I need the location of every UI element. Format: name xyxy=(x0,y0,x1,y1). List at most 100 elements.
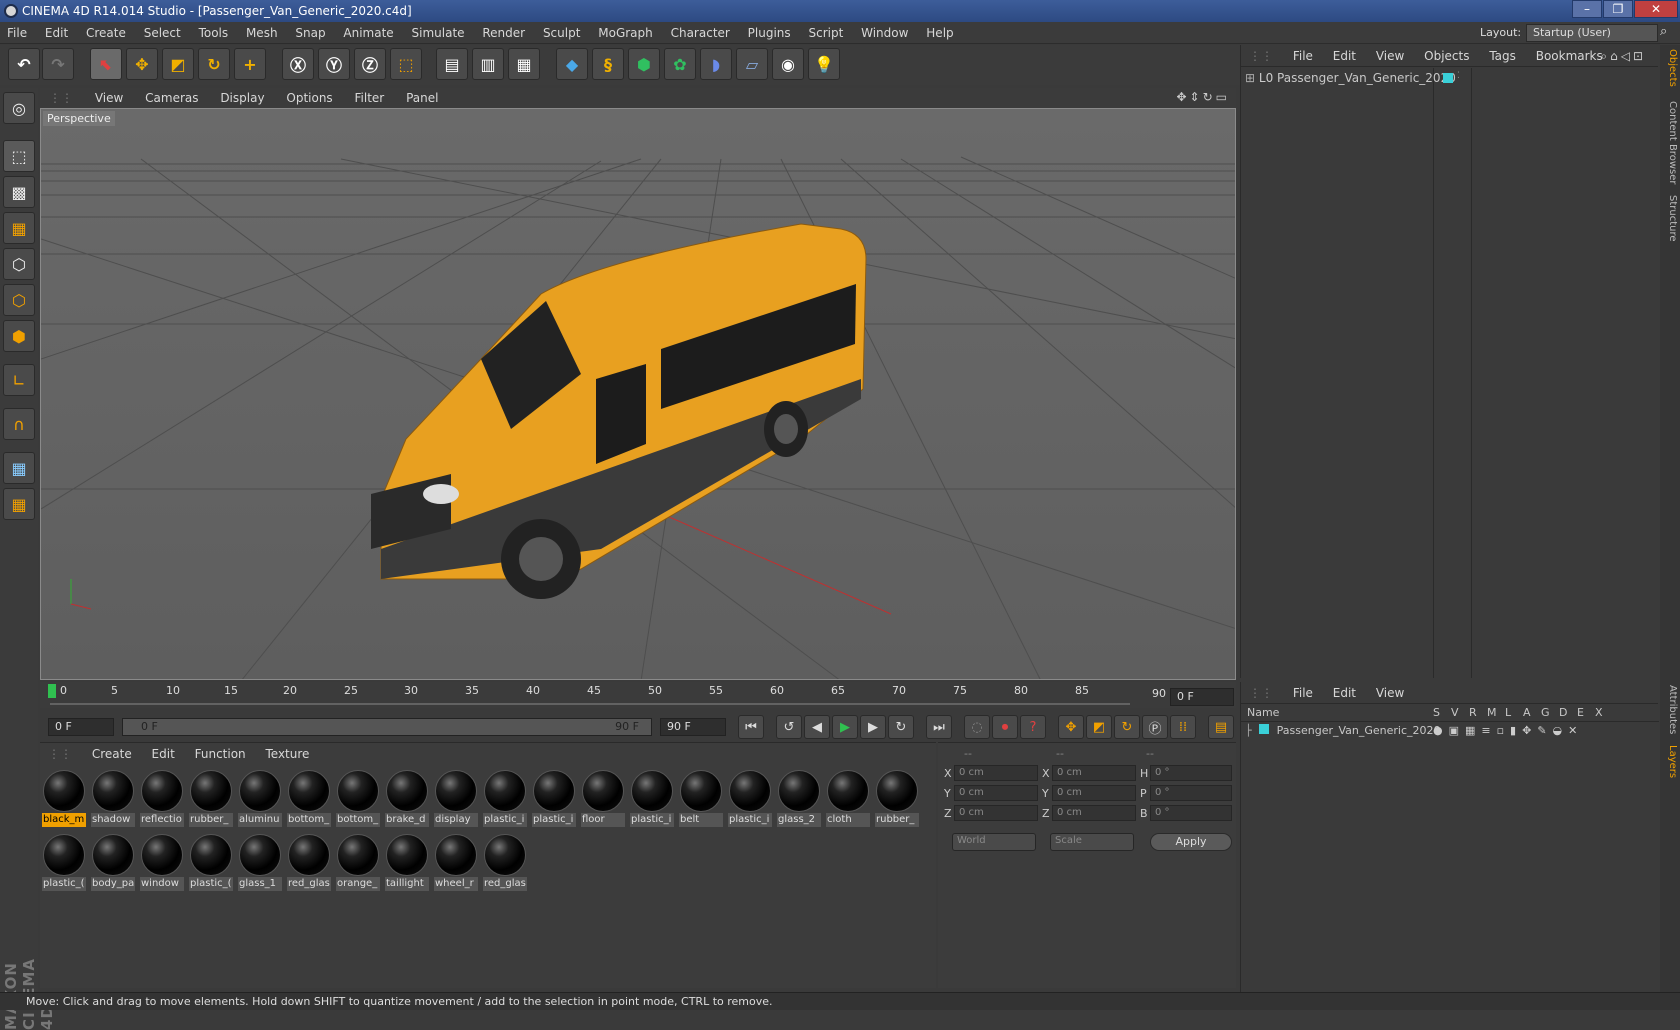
tab-attributes[interactable]: Attributes xyxy=(1662,685,1678,734)
layer-col-g[interactable]: G xyxy=(1541,706,1550,719)
viewport-menu-display[interactable]: Display xyxy=(211,88,273,108)
menu-sculpt[interactable]: Sculpt xyxy=(536,22,587,44)
material-swatch[interactable]: shadow xyxy=(91,769,135,827)
object-name[interactable]: Passenger_Van_Generic_2020 xyxy=(1277,71,1456,85)
material-swatch[interactable]: window xyxy=(140,833,184,891)
size-mode-select[interactable]: Scale xyxy=(1050,833,1134,851)
object-menu-file[interactable]: File xyxy=(1285,45,1321,67)
material-swatch[interactable]: black_m xyxy=(42,769,86,827)
material-swatch[interactable]: plastic_i xyxy=(630,769,674,827)
layer-col-x[interactable]: X xyxy=(1595,706,1603,719)
coordinate-system-icon[interactable]: ⬚ xyxy=(390,48,422,80)
light-icon[interactable]: 💡 xyxy=(808,48,840,80)
cube-icon[interactable]: ◆ xyxy=(556,48,588,80)
auto-key-icon[interactable]: ⏺ xyxy=(992,715,1018,739)
scale-icon[interactable]: ◩ xyxy=(162,48,194,80)
layer-col-v[interactable]: V xyxy=(1451,706,1459,719)
y-axis-icon[interactable]: Ⓨ xyxy=(318,48,350,80)
spline-icon[interactable]: § xyxy=(592,48,624,80)
material-swatch[interactable]: brake_d xyxy=(385,769,429,827)
viewport-menu-filter[interactable]: Filter xyxy=(346,88,394,108)
material-swatch[interactable]: glass_2 xyxy=(777,769,821,827)
layer-col-d[interactable]: D xyxy=(1559,706,1567,719)
key-scale-icon[interactable]: ◩ xyxy=(1086,715,1112,739)
rotation-b-field[interactable]: 0 ° xyxy=(1150,805,1232,821)
undo-icon[interactable]: ↶ xyxy=(8,48,40,80)
x-axis-icon[interactable]: Ⓧ xyxy=(282,48,314,80)
size-y-field[interactable]: 0 cm xyxy=(1052,785,1136,801)
layer-color-swatch[interactable] xyxy=(1259,724,1270,734)
go-to-end-icon[interactable]: ⏭ xyxy=(926,715,952,739)
menu-mesh[interactable]: Mesh xyxy=(239,22,285,44)
rotate-icon[interactable]: ↻ xyxy=(198,48,230,80)
texture-mode-icon[interactable]: ▩ xyxy=(3,176,35,208)
polygons-mode-icon[interactable]: ⬢ xyxy=(3,320,35,352)
viewport-menu-view[interactable]: View xyxy=(86,88,132,108)
play-icon[interactable]: ▶ xyxy=(832,715,858,739)
material-swatch[interactable]: plastic_i xyxy=(483,769,527,827)
menu-character[interactable]: Character xyxy=(664,22,737,44)
menu-animate[interactable]: Animate xyxy=(336,22,400,44)
material-swatch[interactable]: floor xyxy=(581,769,625,827)
apply-button[interactable]: Apply xyxy=(1150,833,1232,851)
coord-system-select[interactable]: World xyxy=(952,833,1036,851)
menu-tools[interactable]: Tools xyxy=(192,22,236,44)
menu-edit[interactable]: Edit xyxy=(38,22,75,44)
object-manager-nav-icons[interactable]: ⌕⌂◁⊡ xyxy=(1592,45,1654,67)
layer-col-m[interactable]: M xyxy=(1487,706,1497,719)
key-parameter-icon[interactable]: Ⓟ xyxy=(1142,715,1168,739)
layout-select[interactable]: Startup (User) xyxy=(1526,24,1658,42)
add-icon[interactable]: + xyxy=(234,48,266,80)
object-menu-objects[interactable]: Objects xyxy=(1416,45,1477,67)
menu-window[interactable]: Window xyxy=(854,22,915,44)
maximize-button[interactable]: ❐ xyxy=(1603,0,1633,18)
material-swatch[interactable]: orange_ xyxy=(336,833,380,891)
viewport-nav-icons[interactable]: ✥⇕↻▭ xyxy=(1176,90,1230,104)
material-menu-edit[interactable]: Edit xyxy=(144,743,183,765)
object-menu-view[interactable]: View xyxy=(1368,45,1412,67)
material-swatch[interactable]: reflectio xyxy=(140,769,184,827)
move-icon[interactable]: ✥ xyxy=(126,48,158,80)
make-editable-icon[interactable]: ◎ xyxy=(3,92,35,124)
material-swatch[interactable]: display xyxy=(434,769,478,827)
record-keys-icon[interactable]: ◌ xyxy=(964,715,990,739)
end-frame-field[interactable]: 90 F xyxy=(660,718,726,736)
menu-file[interactable]: File xyxy=(0,22,34,44)
previous-frame-icon[interactable]: ◀ xyxy=(804,715,830,739)
z-axis-icon[interactable]: Ⓩ xyxy=(354,48,386,80)
deformer-icon[interactable]: ◗ xyxy=(700,48,732,80)
planar-workplane-icon[interactable]: ▦ xyxy=(3,488,35,520)
timeline-ruler[interactable]: 0 5 10 15 20 25 30 35 40 45 50 55 60 65 … xyxy=(40,682,1236,708)
go-to-start-icon[interactable]: ⏮ xyxy=(738,715,764,739)
size-z-field[interactable]: 0 cm xyxy=(1052,805,1136,821)
tab-structure[interactable]: Structure xyxy=(1662,195,1678,242)
material-swatch[interactable]: plastic_i xyxy=(532,769,576,827)
edges-mode-icon[interactable]: ⬡ xyxy=(3,284,35,316)
object-row[interactable]: ⊞ L0 Passenger_Van_Generic_2020 ⁚ xyxy=(1245,71,1655,89)
material-swatch[interactable]: plastic_( xyxy=(42,833,86,891)
viewport-menu-cameras[interactable]: Cameras xyxy=(136,88,207,108)
menu-render[interactable]: Render xyxy=(475,22,532,44)
range-slider[interactable]: 0 F 90 F xyxy=(122,718,652,736)
menu-plugins[interactable]: Plugins xyxy=(741,22,798,44)
viewport-menu-panel[interactable]: Panel xyxy=(397,88,447,108)
material-swatch[interactable]: rubber_ xyxy=(189,769,233,827)
material-swatch[interactable]: bottom_ xyxy=(287,769,331,827)
axis-mode-icon[interactable]: ∟ xyxy=(3,364,35,396)
material-swatch[interactable]: glass_1 xyxy=(238,833,282,891)
floor-icon[interactable]: ▱ xyxy=(736,48,768,80)
timeline-window-icon[interactable]: ▤ xyxy=(1208,715,1234,739)
lock-workplane-icon[interactable]: ▦ xyxy=(3,452,35,484)
next-frame-icon[interactable]: ▶ xyxy=(860,715,886,739)
layer-col-r[interactable]: R xyxy=(1469,706,1477,719)
layer-col-s[interactable]: S xyxy=(1433,706,1440,719)
array-icon[interactable]: ✿ xyxy=(664,48,696,80)
rotation-h-field[interactable]: 0 ° xyxy=(1150,765,1232,781)
key-rotation-icon[interactable]: ↻ xyxy=(1114,715,1140,739)
material-swatch[interactable]: bottom_ xyxy=(336,769,380,827)
nurbs-icon[interactable]: ⬢ xyxy=(628,48,660,80)
position-z-field[interactable]: 0 cm xyxy=(954,805,1038,821)
render-settings-icon[interactable]: ▦ xyxy=(508,48,540,80)
keyframe-selection-icon[interactable]: ? xyxy=(1020,715,1046,739)
previous-key-icon[interactable]: ↺ xyxy=(776,715,802,739)
